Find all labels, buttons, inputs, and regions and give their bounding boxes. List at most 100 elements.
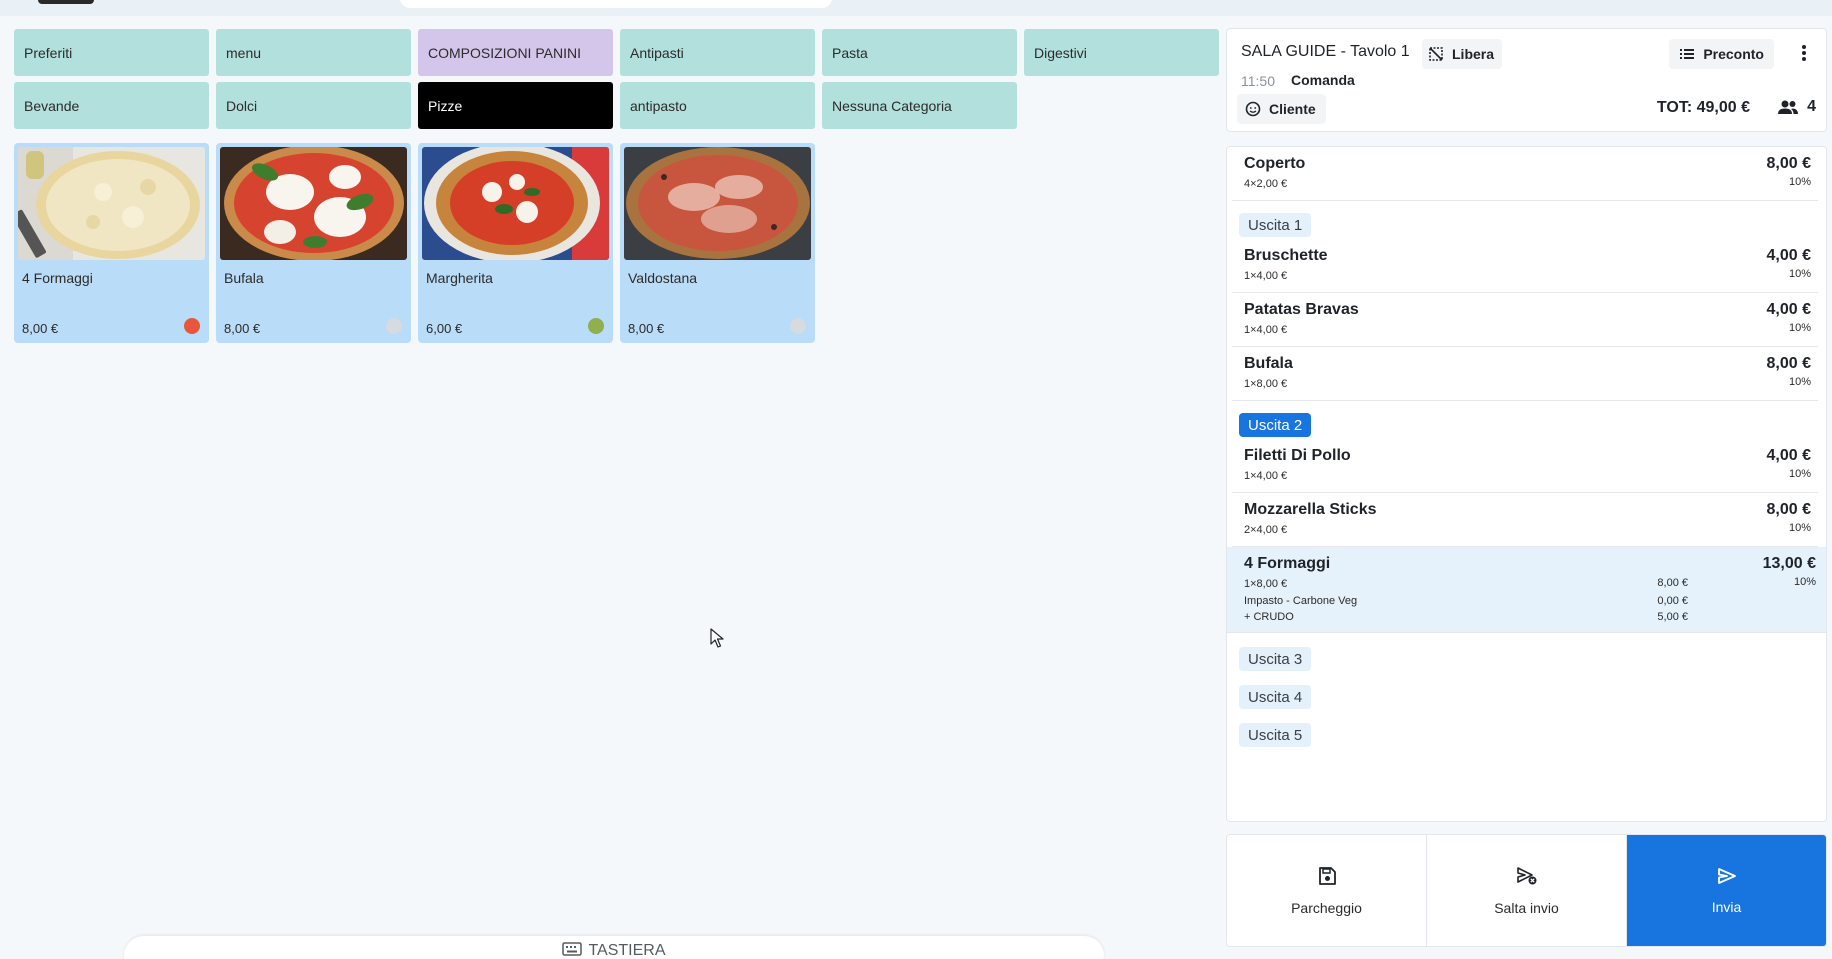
product-price: 6,00 € xyxy=(426,321,463,336)
order-actions: Parcheggio Salta invio Invia xyxy=(1226,834,1827,947)
line-vat: 10% xyxy=(1788,376,1811,388)
product-name: 4 Formaggi xyxy=(22,270,93,286)
park-button[interactable]: Parcheggio xyxy=(1227,835,1427,946)
status-dot xyxy=(184,318,200,334)
order-line-patatas-bravas[interactable]: Patatas Bravas 1×4,00 € 4,00 € 10% xyxy=(1232,293,1818,347)
line-name: Mozzarella Sticks xyxy=(1244,501,1377,518)
category-menu[interactable]: menu xyxy=(216,29,411,76)
order-line-4-formaggi[interactable]: 4 Formaggi 1×8,00 € 8,00 € Impasto - Car… xyxy=(1227,547,1826,633)
keyboard-toggle[interactable]: TASTIERA xyxy=(124,936,1104,959)
product-image xyxy=(18,147,205,260)
product-image xyxy=(422,147,609,260)
course-uscita-4[interactable]: Uscita 4 xyxy=(1239,685,1312,709)
product-name: Margherita xyxy=(426,270,493,286)
order-line-bruschette[interactable]: Bruschette 1×4,00 € 4,00 € 10% xyxy=(1232,239,1818,293)
product-card-margherita[interactable]: Margherita 6,00 € xyxy=(418,143,613,343)
send-icon xyxy=(1717,867,1736,884)
order-line-coperto[interactable]: Coperto 4×2,00 € 8,00 € 10% xyxy=(1232,147,1818,201)
send-cancel-icon xyxy=(1516,866,1536,884)
send-label: Invia xyxy=(1711,898,1742,915)
line-vat: 10% xyxy=(1788,522,1811,534)
product-card-bufala[interactable]: Bufala 8,00 € xyxy=(216,143,411,343)
order-line-bufala[interactable]: Bufala 1×8,00 € 8,00 € 10% xyxy=(1232,347,1818,401)
table-title: SALA GUIDE - Tavolo 1 xyxy=(1241,43,1410,60)
order-lines[interactable]: Coperto 4×2,00 € 8,00 € 10% Uscita 1 Bru… xyxy=(1226,146,1827,822)
product-name: Valdostana xyxy=(628,270,698,286)
covers-value: 4 xyxy=(1807,98,1816,115)
category-digestivi[interactable]: Digestivi xyxy=(1024,29,1219,76)
order-time: 11:50 xyxy=(1241,73,1275,89)
category-composizioni-panini[interactable]: COMPOSIZIONI PANINI xyxy=(418,29,613,76)
skip-send-button[interactable]: Salta invio xyxy=(1427,835,1627,946)
line-qty: 1×8,00 € xyxy=(1244,378,1288,390)
keyboard-icon xyxy=(562,942,583,956)
line-qty: 1×4,00 € xyxy=(1244,324,1288,336)
course-uscita-2[interactable]: Uscita 2 xyxy=(1239,413,1312,437)
modifier-dough-price: 0,00 € xyxy=(1657,595,1688,607)
category-pizze[interactable]: Pizze xyxy=(418,82,613,129)
table-status-label: Libera xyxy=(1452,46,1495,62)
search-bar[interactable] xyxy=(400,0,832,8)
category-nessuna-categoria[interactable]: Nessuna Categoria xyxy=(822,82,1017,129)
line-name: Bruschette xyxy=(1244,247,1328,264)
status-dot xyxy=(386,318,402,334)
modifier-crudo-price: 5,00 € xyxy=(1657,611,1688,623)
category-dolci[interactable]: Dolci xyxy=(216,82,411,129)
course-uscita-3[interactable]: Uscita 3 xyxy=(1239,647,1312,671)
line-total: 8,00 € xyxy=(1766,355,1811,372)
modifier-crudo: + CRUDO xyxy=(1244,611,1294,623)
line-name: Patatas Bravas xyxy=(1244,301,1359,318)
save-icon xyxy=(1318,866,1336,885)
product-price: 8,00 € xyxy=(628,321,665,336)
line-qty: 1×4,00 € xyxy=(1244,470,1288,482)
product-price: 8,00 € xyxy=(22,321,59,336)
line-qty: 1×4,00 € xyxy=(1244,270,1288,282)
order-mode: Comanda xyxy=(1291,72,1355,88)
preconto-button[interactable]: Preconto xyxy=(1669,39,1774,69)
line-name: 4 Formaggi xyxy=(1244,555,1331,572)
line-qty: 4×2,00 € xyxy=(1244,178,1288,190)
modifier-dough: Impasto - Carbone Veg xyxy=(1244,595,1358,607)
line-qty-price: 8,00 € xyxy=(1657,577,1688,589)
category-bevande[interactable]: Bevande xyxy=(14,82,209,129)
app-logo xyxy=(38,0,94,4)
send-button[interactable]: Invia xyxy=(1627,835,1826,946)
course-uscita-1[interactable]: Uscita 1 xyxy=(1239,213,1312,237)
product-card-valdostana[interactable]: Valdostana 8,00 € xyxy=(620,143,815,343)
more-options-button[interactable] xyxy=(1792,41,1816,65)
more-vertical-icon xyxy=(1802,45,1806,61)
table-status-button[interactable]: Libera xyxy=(1422,39,1503,69)
status-dot xyxy=(588,318,604,334)
people-icon xyxy=(1778,100,1799,114)
covers-count[interactable]: 4 xyxy=(1777,98,1816,116)
product-image xyxy=(624,147,811,260)
line-total: 4,00 € xyxy=(1766,301,1811,318)
keyboard-label: TASTIERA xyxy=(588,942,666,959)
order-line-mozzarella-sticks[interactable]: Mozzarella Sticks 2×4,00 € 8,00 € 10% xyxy=(1232,493,1818,547)
mouse-cursor-icon xyxy=(710,628,724,648)
line-name: Filetti Di Pollo xyxy=(1244,447,1351,464)
course-uscita-5[interactable]: Uscita 5 xyxy=(1239,723,1312,747)
preconto-label: Preconto xyxy=(1703,46,1764,62)
category-antipasti[interactable]: Antipasti xyxy=(620,29,815,76)
order-header: SALA GUIDE - Tavolo 1 Libera 11:50 Coman… xyxy=(1226,28,1827,132)
order-line-filetti-di-pollo[interactable]: Filetti Di Pollo 1×4,00 € 4,00 € 10% xyxy=(1232,439,1818,493)
category-preferiti[interactable]: Preferiti xyxy=(14,29,209,76)
line-vat: 10% xyxy=(1793,576,1816,588)
line-qty: 2×4,00 € xyxy=(1244,524,1288,536)
line-name: Bufala xyxy=(1244,355,1293,372)
category-antipasto[interactable]: antipasto xyxy=(620,82,815,129)
customer-icon xyxy=(1245,101,1261,117)
customer-label: Cliente xyxy=(1269,101,1316,117)
product-card-4-formaggi[interactable]: 4 Formaggi 8,00 € xyxy=(14,143,209,343)
line-total: 8,00 € xyxy=(1766,501,1811,518)
category-pasta[interactable]: Pasta xyxy=(822,29,1017,76)
customer-button[interactable]: Cliente xyxy=(1237,94,1326,124)
order-total: TOT: 49,00 € xyxy=(1656,99,1750,116)
skip-send-label: Salta invio xyxy=(1494,899,1559,916)
product-image xyxy=(220,147,407,260)
line-total: 4,00 € xyxy=(1766,447,1811,464)
line-qty: 1×8,00 € xyxy=(1244,578,1288,590)
line-total: 13,00 € xyxy=(1762,555,1816,572)
park-label: Parcheggio xyxy=(1291,899,1362,916)
